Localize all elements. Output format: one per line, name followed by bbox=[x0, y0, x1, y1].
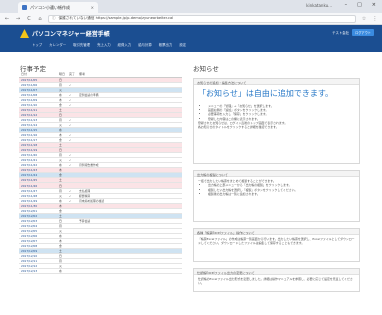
user-name: テスト会社 bbox=[332, 31, 350, 35]
close-window-icon[interactable]: × bbox=[372, 2, 376, 8]
notice-text: 各お知らせのタイトルをクリックすると詳細を確認できます。 bbox=[198, 125, 279, 130]
tab-bar: パソコン小遣い帳作成 × kinkatanku... – □ × bbox=[0, 0, 382, 13]
notice-body: 仕訳帳のExcelファイル出力形式を変更しました。詳細は操作マニュアルを参照し、… bbox=[194, 275, 359, 288]
tab-title: パソコン小遣い帳作成 bbox=[30, 4, 70, 10]
notice-card: お知らせの追加・編集方法について 「お知らせ」は自由に追加できます。 メニューの… bbox=[193, 78, 360, 164]
forward-icon[interactable]: → bbox=[15, 16, 21, 22]
menu-item[interactable]: トップ bbox=[32, 42, 42, 47]
notice-body: 一括で出力したい帳票をまとめて複製することができます。 出力帳の上部メニューから… bbox=[194, 177, 359, 198]
menu-item[interactable]: 経費入力 bbox=[118, 42, 132, 47]
notices-title: お知らせ bbox=[193, 65, 219, 73]
profile-name[interactable]: kinkatanku... bbox=[306, 3, 332, 8]
notice-card: 仕訳帳Excelファイル出力の変更について 仕訳帳のExcelファイル出力形式を… bbox=[193, 268, 360, 292]
menu-item[interactable]: 売上入力 bbox=[97, 42, 111, 47]
notice-body: メニューの「管理」→「お知らせ」を選択します。 画面右側の「追加」ボタンをクリッ… bbox=[194, 102, 359, 131]
url-text: 保護されていない通信 https://sample.jp/p-demo/zyun… bbox=[58, 16, 174, 20]
window-controls: – □ × bbox=[345, 2, 376, 8]
logo-text: パソコンマネジャー経営手帳 bbox=[32, 31, 110, 38]
logout-button[interactable]: ログアウト bbox=[352, 29, 374, 36]
schedule-row[interactable]: 2017/12/13 水 bbox=[19, 268, 182, 275]
reload-icon[interactable]: C bbox=[26, 16, 32, 22]
main-menu: トップ カレンダー 取引先管理 売上入力 経費入力 給与計算 帳票出力 設定 bbox=[32, 42, 186, 47]
home-icon[interactable]: ⌂ bbox=[37, 16, 43, 22]
user-area: テスト会社 ログアウト bbox=[332, 29, 374, 36]
notice-card: 出力帳の複製について 一括で出力したい帳票をまとめて複製することができます。 出… bbox=[193, 170, 360, 222]
app-logo[interactable]: パソコンマネジャー経営手帳 bbox=[20, 29, 110, 38]
logo-icon bbox=[20, 29, 29, 38]
notice-body: 「帳票Excelファイル」の作成は帳票一覧画面から行います。出力したい帳票を選択… bbox=[194, 235, 359, 248]
schedule-note bbox=[77, 268, 182, 275]
notice-text: 仕訳帳のExcelファイル出力形式を変更しました。詳細は操作マニュアルを参照し、… bbox=[198, 277, 353, 286]
notice-headline: 「お知らせ」は自由に追加できます。 bbox=[198, 89, 334, 98]
address-bar: ← → C ⌂ ⓘ 保護されていない通信 https://sample.jp/p… bbox=[0, 13, 382, 25]
menu-item[interactable]: 設定 bbox=[179, 42, 186, 47]
browser-window: パソコン小遣い帳作成 × kinkatanku... – □ × ← → C ⌂… bbox=[0, 0, 382, 315]
info-icon[interactable]: ⓘ bbox=[52, 16, 56, 21]
notice-text: 「帳票Excelファイル」の作成は帳票一覧画面から行います。出力したい帳票を選択… bbox=[198, 237, 355, 246]
menu-item[interactable]: 帳票出力 bbox=[159, 42, 173, 47]
menu-item[interactable]: 取引先管理 bbox=[73, 42, 90, 47]
menu-item[interactable]: カレンダー bbox=[49, 42, 66, 47]
schedule-weekday: 水 bbox=[57, 268, 67, 275]
schedule-date[interactable]: 2017/12/13 bbox=[19, 268, 57, 275]
app-header: パソコンマネジャー経営手帳 トップ カレンダー 取引先管理 売上入力 経費入力 … bbox=[0, 25, 382, 52]
schedule-done-check[interactable] bbox=[67, 268, 77, 275]
schedule-table: 日付 曜日 完了 備考 2017/11/05 日 2017/11/06 月 ✓ 2017/… bbox=[19, 72, 182, 275]
more-menu-icon[interactable]: ⋮ bbox=[372, 16, 378, 22]
url-field[interactable]: ⓘ 保護されていない通信 https://sample.jp/p-demo/zy… bbox=[48, 14, 356, 23]
notice-card: 各種「帳票Excelファイル」操作について 「帳票Excelファイル」の作成は帳… bbox=[193, 228, 360, 262]
back-icon[interactable]: ← bbox=[4, 16, 10, 22]
notice-heading[interactable]: お知らせの追加・編集方法について bbox=[194, 79, 359, 85]
schedule-body: 2017/11/05 日 2017/11/06 月 ✓ 2017/11/07 火 2017/1… bbox=[19, 77, 182, 275]
menu-item[interactable]: 給与計算 bbox=[138, 42, 152, 47]
tab-close-icon[interactable]: × bbox=[91, 5, 94, 10]
notice-list-item: 複製後の出力帳は一覧に追加されます。 bbox=[208, 192, 355, 196]
minimize-icon[interactable]: – bbox=[345, 2, 348, 8]
browser-tab[interactable]: パソコン小遣い帳作成 × bbox=[18, 2, 98, 13]
bookmark-star-icon[interactable]: ☆ bbox=[361, 16, 367, 22]
favicon-icon bbox=[22, 5, 27, 10]
maximize-icon[interactable]: □ bbox=[357, 2, 362, 8]
